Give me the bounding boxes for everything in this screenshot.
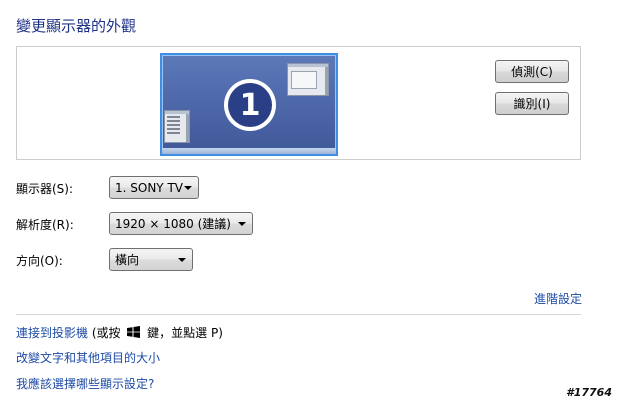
resolution-select-value: 1920 × 1080 (建議) — [115, 217, 231, 231]
windows-logo-icon — [127, 326, 141, 338]
text-size-link[interactable]: 改變文字和其他項目的大小 — [16, 349, 160, 366]
mini-window-icon — [287, 63, 329, 96]
display-select[interactable]: 1. SONY TV — [109, 176, 199, 199]
projector-hint-suffix: 鍵，並點選 P) — [143, 326, 223, 340]
projector-row: 連接到投影機 (或按 鍵，並點選 P) — [16, 324, 223, 341]
chevron-down-icon — [238, 222, 246, 226]
orientation-select-value: 橫向 — [115, 253, 140, 267]
monitor-1[interactable]: 1 — [160, 53, 338, 156]
divider — [16, 314, 581, 315]
resolution-label: 解析度(R): — [16, 218, 74, 232]
page-title: 變更顯示器的外觀 — [16, 17, 137, 35]
monitor-number-badge: 1 — [224, 79, 276, 131]
detect-button[interactable]: 偵測(C) — [495, 60, 569, 83]
chevron-down-icon — [184, 186, 192, 190]
connect-projector-link[interactable]: 連接到投影機 — [16, 326, 88, 340]
display-label: 顯示器(S): — [16, 182, 74, 196]
taskbar — [162, 148, 336, 154]
chevron-down-icon — [178, 258, 186, 262]
identify-button[interactable]: 識別(I) — [495, 92, 569, 115]
mini-window-icon — [164, 110, 190, 143]
monitor-preview-panel: 1 偵測(C) 識別(I) — [16, 46, 581, 160]
watermark: #17764 — [566, 386, 612, 399]
projector-hint-prefix: (或按 — [88, 326, 125, 340]
which-settings-link[interactable]: 我應該選擇哪些顯示設定? — [16, 375, 154, 392]
orientation-select[interactable]: 橫向 — [109, 248, 193, 271]
monitor-number: 1 — [228, 83, 272, 127]
orientation-label: 方向(O): — [16, 254, 63, 268]
resolution-select[interactable]: 1920 × 1080 (建議) — [109, 212, 253, 235]
display-select-value: 1. SONY TV — [115, 180, 183, 195]
advanced-settings-link[interactable]: 進階設定 — [534, 290, 582, 307]
